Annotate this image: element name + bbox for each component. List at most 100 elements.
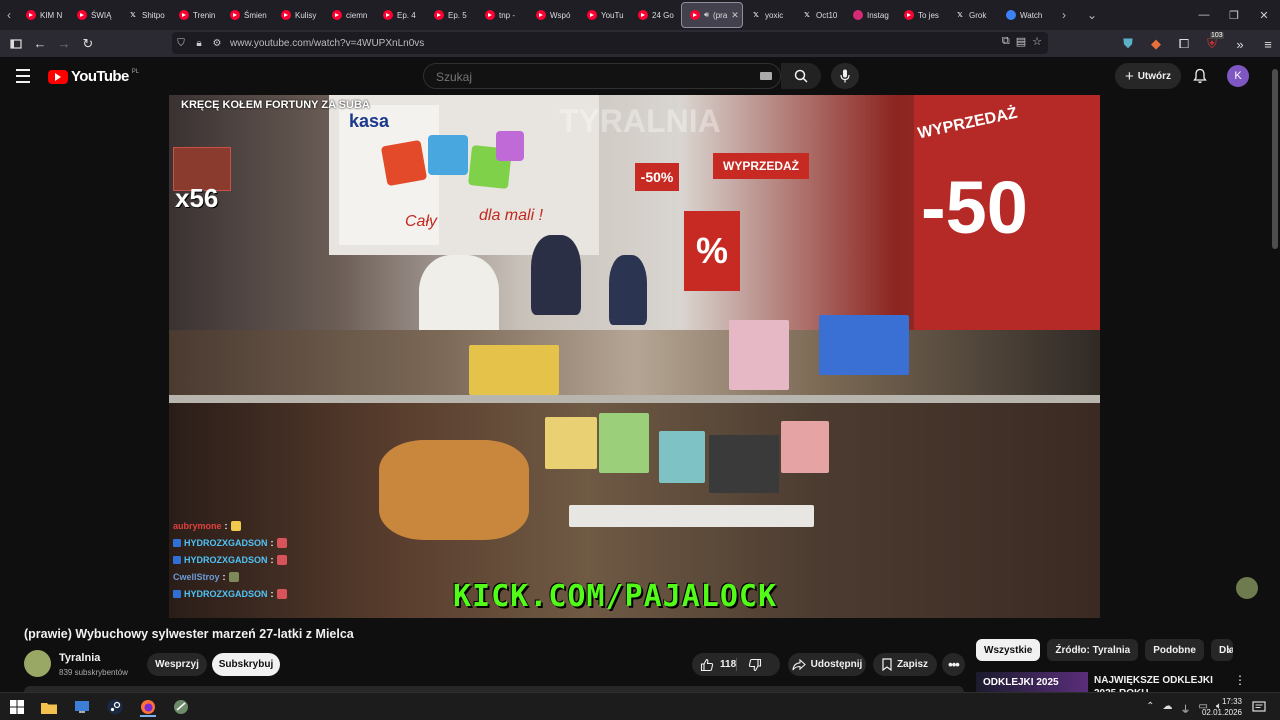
- subscribe-button[interactable]: Subskrybuj: [212, 653, 280, 676]
- extension-shield-icon[interactable]: ⛊: [1116, 32, 1140, 56]
- like-button[interactable]: 118: [692, 653, 780, 676]
- keyboard-icon[interactable]: [760, 72, 772, 80]
- notification-center-icon[interactable]: [1252, 700, 1266, 714]
- overflow-chevron-icon[interactable]: »: [1228, 32, 1252, 56]
- browser-tab[interactable]: Śmien: [222, 2, 273, 28]
- browser-tab[interactable]: YouTu: [579, 2, 630, 28]
- tab-scroll-right-icon[interactable]: ›: [1055, 0, 1073, 30]
- browser-tab[interactable]: tnp -: [477, 2, 528, 28]
- save-button[interactable]: Zapisz: [873, 653, 937, 676]
- tab-label: yoxic: [765, 10, 784, 20]
- tab-label: (pra: [713, 10, 728, 20]
- reader-view-icon[interactable]: ▤: [1016, 35, 1026, 48]
- chat-line: HYDROZXGADSON:: [173, 534, 287, 551]
- notifications-bell-icon[interactable]: [1190, 66, 1210, 86]
- more-horizontal-icon: •••: [948, 657, 960, 672]
- page-scrollbar[interactable]: [1270, 57, 1280, 692]
- close-window-icon[interactable]: ✕: [1248, 0, 1280, 30]
- tab-audio-icon[interactable]: 🔊︎: [704, 10, 709, 20]
- control-panel-icon[interactable]: [74, 699, 90, 715]
- youtube-favicon-icon: [332, 10, 342, 20]
- restore-window-icon[interactable]: ❐: [1218, 0, 1250, 30]
- more-actions-button[interactable]: •••: [942, 653, 965, 676]
- browser-tab[interactable]: Watch: [998, 2, 1049, 28]
- chip-from-source[interactable]: Źródło: Tyralnia: [1047, 639, 1139, 661]
- close-tab-icon[interactable]: ✕: [731, 10, 739, 21]
- browser-tab-active[interactable]: 🔊︎ (pra ✕: [681, 2, 743, 28]
- chips-next-chevron-icon[interactable]: ›: [1220, 641, 1238, 659]
- browser-tab[interactable]: Wspó: [528, 2, 579, 28]
- browser-tab[interactable]: 𝕏 Grok: [947, 2, 998, 28]
- channel-avatar[interactable]: [24, 650, 51, 677]
- file-explorer-icon[interactable]: [41, 699, 57, 715]
- tab-list-dropdown-icon[interactable]: ⌄: [1083, 0, 1101, 30]
- bookmark-star-icon[interactable]: ☆: [1032, 35, 1042, 48]
- steam-icon[interactable]: [107, 699, 123, 715]
- video-player[interactable]: kasa Cały dla mali ! -50% WYPRZEDAŻ % WY…: [169, 95, 1100, 618]
- permissions-icon[interactable]: ⚙: [208, 38, 226, 49]
- support-button[interactable]: Wesprzyj: [147, 653, 207, 676]
- browser-tab[interactable]: ciemn: [324, 2, 375, 28]
- browser-tab[interactable]: To jes: [896, 2, 947, 28]
- chip-all[interactable]: Wszystkie: [976, 639, 1041, 661]
- tab-scroll-left-icon[interactable]: ‹: [0, 0, 18, 30]
- app-icon[interactable]: [173, 699, 189, 715]
- create-button[interactable]: + Utwórz: [1115, 63, 1181, 89]
- cloud-icon[interactable]: ☁: [1163, 701, 1173, 716]
- thumbs-down-icon[interactable]: [748, 658, 762, 672]
- show-hidden-icons-icon[interactable]: ⌃: [1146, 701, 1154, 716]
- share-button[interactable]: Udostępnij: [788, 653, 866, 676]
- browser-tab[interactable]: Trenin: [171, 2, 222, 28]
- youtube-logo[interactable]: YouTube PL: [48, 68, 139, 85]
- picture-in-picture-icon[interactable]: ⧉: [1002, 35, 1010, 48]
- address-bar[interactable]: ⛉ 🔒︎ ⚙ www.youtube.com/watch?v=4WUPXnLn0…: [172, 32, 1048, 54]
- lock-icon[interactable]: 🔒︎: [190, 38, 208, 49]
- back-icon[interactable]: ←: [28, 32, 52, 56]
- recommended-video-title[interactable]: NAJWIĘKSZE ODKLEJKI 2025 ROKU: [1094, 674, 1234, 692]
- extension-fox-icon[interactable]: ◆: [1144, 32, 1168, 56]
- recommended-more-vertical-icon[interactable]: ⋮: [1234, 673, 1246, 687]
- recommended-video-thumbnail[interactable]: ODKLEJKI 2025: [976, 672, 1088, 692]
- browser-tab[interactable]: ŚWIĄ: [69, 2, 120, 28]
- video-multiplier: x56: [175, 183, 219, 213]
- chat-user: HYDROZXGADSON: [184, 537, 268, 548]
- windows-start-icon[interactable]: [9, 699, 25, 715]
- browser-tab[interactable]: Ep. 4: [375, 2, 426, 28]
- browser-tab[interactable]: KIM N: [18, 2, 69, 28]
- tab-label: Shitpo: [142, 10, 165, 20]
- search-input[interactable]: [434, 68, 738, 86]
- sidebar-toggle-icon[interactable]: [4, 32, 28, 56]
- account-avatar[interactable]: K: [1227, 65, 1249, 87]
- app-menu-icon[interactable]: ≡: [1256, 32, 1280, 56]
- browser-tab[interactable]: 𝕏yoxic: [743, 2, 794, 28]
- guide-menu-icon[interactable]: [16, 69, 30, 87]
- tracking-shield-icon[interactable]: ⛉: [172, 38, 190, 49]
- browser-tab[interactable]: 𝕏 Oct10: [794, 2, 845, 28]
- chat-emote: [230, 520, 241, 531]
- browser-tab[interactable]: 𝕏 Shitpo: [120, 2, 171, 28]
- x-favicon-icon: 𝕏: [130, 12, 136, 19]
- search-button[interactable]: [781, 63, 821, 89]
- floating-widget-avatar[interactable]: [1236, 577, 1258, 599]
- browser-tab[interactable]: Ep. 5: [426, 2, 477, 28]
- browser-tab[interactable]: Kulisy: [273, 2, 324, 28]
- usb-icon[interactable]: ⏚: [1181, 701, 1191, 716]
- youtube-masthead: YouTube PL + Utwórz K: [0, 57, 1280, 95]
- taskbar-clock[interactable]: 17:33 02.01.2026: [1198, 696, 1242, 718]
- extensions-puzzle-icon[interactable]: ⧠: [1172, 32, 1196, 56]
- reload-icon[interactable]: ↻: [76, 32, 100, 56]
- scrollbar-thumb[interactable]: [1272, 69, 1278, 249]
- browser-tab[interactable]: 24 Go: [630, 2, 681, 28]
- url-text[interactable]: www.youtube.com/watch?v=4WUPXnLn0vs: [230, 38, 424, 49]
- tab-label: To jes: [918, 10, 939, 20]
- chip-related[interactable]: Podobne: [1145, 639, 1204, 661]
- tab-label: Śmien: [244, 10, 267, 20]
- windows-taskbar: ⌃ ☁ ⏚ ▭ 🔈︎ 17:33 02.01.2026: [0, 692, 1280, 720]
- forward-icon[interactable]: →: [52, 32, 76, 56]
- voice-search-button[interactable]: [831, 63, 859, 89]
- channel-name[interactable]: Tyralnia: [59, 652, 100, 664]
- browser-tab[interactable]: Instag: [845, 2, 896, 28]
- ublock-icon[interactable]: ⛨ 103: [1200, 32, 1224, 56]
- minimize-window-icon[interactable]: —: [1188, 0, 1220, 30]
- firefox-icon[interactable]: [140, 699, 156, 717]
